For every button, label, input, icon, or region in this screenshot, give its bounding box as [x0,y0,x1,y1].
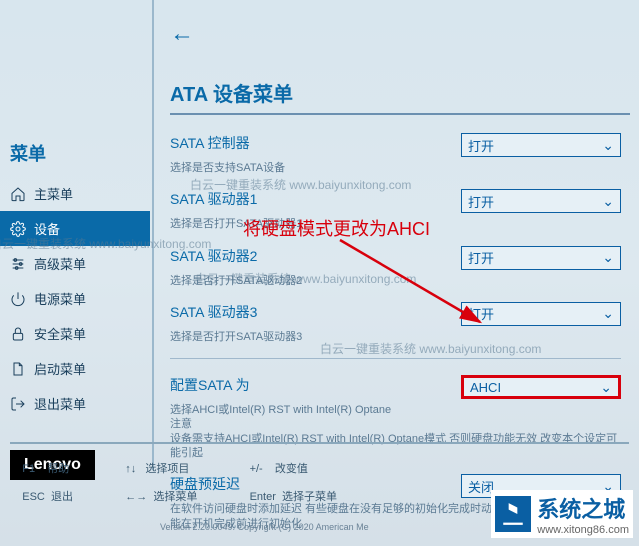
menu-label: 启动菜单 [34,359,86,378]
menu-label: 高级菜单 [34,254,86,273]
row-config-sata-label: 配置SATA 为 [170,375,461,395]
exit-icon [10,396,26,412]
row-sata-drv1-label: SATA 驱动器1 [170,189,461,209]
menu-label: 退出菜单 [34,394,86,413]
row-desc: 选择是否打开SATA驱动器1 [170,217,621,231]
menu-item-advanced[interactable]: 高级菜单 [0,246,150,281]
chevron-down-icon: ⌄ [600,379,612,396]
site-logo-text: 系统之城 [537,497,625,522]
page-title: ATA 设备菜单 [170,78,631,107]
section-divider [170,358,621,359]
menu-item-boot[interactable]: 启动菜单 [0,351,150,386]
chevron-down-icon: ⌄ [602,249,614,266]
menu-label: 电源菜单 [34,289,86,308]
select-value: 打开 [468,192,494,211]
chevron-down-icon: ⌄ [602,193,614,210]
select-value: 打开 [468,136,494,155]
gear-icon [10,221,26,237]
lock-icon [10,326,26,342]
menu-item-security[interactable]: 安全菜单 [0,316,150,351]
site-logo-url: www.xitong86.com [537,524,629,536]
back-arrow-icon[interactable]: ← [170,20,631,48]
power-icon [10,291,26,307]
menu-item-power[interactable]: 电源菜单 [0,281,150,316]
select-config-sata[interactable]: AHCI ⌄ [461,375,621,399]
chevron-down-icon: ⌄ [602,305,614,322]
site-logo: 系统之城 www.xitong86.com [491,490,633,538]
sidebar-title: 菜单 [10,140,150,166]
title-underline [170,113,630,115]
row-sata-drv2-label: SATA 驱动器2 [170,246,461,266]
building-icon [495,496,531,532]
select-sata-drv2[interactable]: 打开 ⌄ [461,246,621,270]
row-desc: 选择是否支持SATA设备 [170,161,621,175]
select-sata-controller[interactable]: 打开 ⌄ [461,133,621,157]
chevron-down-icon: ⌄ [602,137,614,154]
sliders-icon [10,256,26,272]
row-sata-drv3-label: SATA 驱动器3 [170,302,461,322]
row-sata-controller-label: SATA 控制器 [170,133,461,153]
boot-icon [10,361,26,377]
select-value: 打开 [468,248,494,267]
menu-label: 设备 [34,219,60,238]
row-desc: 选择是否打开SATA驱动器3 [170,330,621,344]
home-icon [10,186,26,202]
select-sata-drv1[interactable]: 打开 ⌄ [461,189,621,213]
row-desc: 选择是否打开SATA驱动器2 [170,274,621,288]
divider [152,0,154,470]
select-value: AHCI [470,380,501,395]
version-text: Version 2.20.0049. Copyright (C) 2020 Am… [160,522,369,532]
menu-item-main[interactable]: 主菜单 [0,176,150,211]
menu-label: 主菜单 [34,184,73,203]
menu-item-devices[interactable]: 设备 [0,211,150,246]
select-value: 打开 [468,304,494,323]
menu-list: 主菜单 设备 高级菜单 电源菜单 安全菜单 启动菜单 退出菜单 [0,176,150,421]
menu-label: 安全菜单 [34,324,86,343]
menu-item-exit[interactable]: 退出菜单 [0,386,150,421]
select-sata-drv3[interactable]: 打开 ⌄ [461,302,621,326]
